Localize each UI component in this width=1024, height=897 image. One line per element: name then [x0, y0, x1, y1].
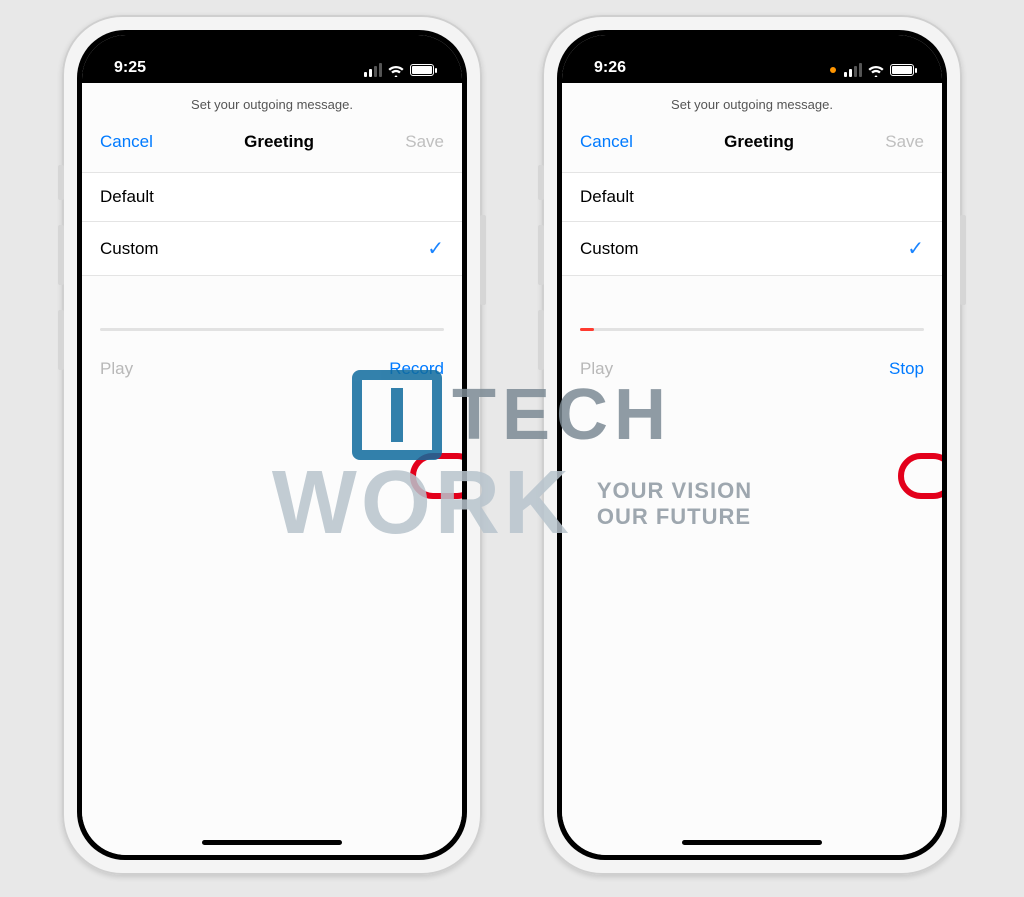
side-buttons-left — [538, 165, 544, 395]
phone-frame: 9:25 Set your outgoing message. Cancel — [62, 15, 482, 875]
cellular-signal-icon — [844, 63, 862, 77]
page-title: Greeting — [724, 132, 794, 152]
annotation-highlight — [410, 453, 462, 499]
recording-indicator-icon — [830, 67, 836, 73]
nav-bar: Cancel Greeting Save — [82, 128, 462, 172]
save-button[interactable]: Save — [885, 132, 924, 152]
option-label: Default — [580, 187, 634, 207]
cancel-button[interactable]: Cancel — [580, 132, 633, 152]
record-stop-button[interactable]: Record — [389, 359, 444, 379]
nav-bar: Cancel Greeting Save — [562, 128, 942, 172]
status-time: 9:25 — [114, 59, 146, 77]
cancel-button[interactable]: Cancel — [100, 132, 153, 152]
notch — [177, 30, 367, 60]
side-buttons-right — [480, 215, 486, 330]
greeting-option-row[interactable]: Custom ✓ — [562, 222, 942, 276]
checkmark-icon: ✓ — [427, 236, 444, 261]
wifi-icon — [868, 64, 884, 76]
play-button[interactable]: Play — [580, 359, 613, 379]
option-label: Default — [100, 187, 154, 207]
annotation-highlight — [898, 453, 942, 499]
notch — [657, 30, 847, 60]
home-indicator[interactable] — [682, 840, 822, 845]
recording-progress[interactable] — [580, 328, 924, 331]
greeting-option-row[interactable]: Custom ✓ — [82, 222, 462, 276]
play-button[interactable]: Play — [100, 359, 133, 379]
instruction-text: Set your outgoing message. — [82, 83, 462, 128]
status-time: 9:26 — [594, 59, 626, 77]
page-title: Greeting — [244, 132, 314, 152]
options-list: Default Custom ✓ — [562, 172, 942, 276]
option-label: Custom — [580, 239, 639, 259]
recording-progress[interactable] — [100, 328, 444, 331]
instruction-text: Set your outgoing message. — [562, 83, 942, 128]
screen-content: Set your outgoing message. Cancel Greeti… — [562, 83, 942, 855]
screen-content: Set your outgoing message. Cancel Greeti… — [82, 83, 462, 855]
side-buttons-right — [960, 215, 966, 330]
home-indicator[interactable] — [202, 840, 342, 845]
cellular-signal-icon — [364, 63, 382, 77]
options-list: Default Custom ✓ — [82, 172, 462, 276]
checkmark-icon: ✓ — [907, 236, 924, 261]
wifi-icon — [388, 64, 404, 76]
greeting-option-row[interactable]: Default — [562, 173, 942, 222]
option-label: Custom — [100, 239, 159, 259]
greeting-option-row[interactable]: Default — [82, 173, 462, 222]
phone-frame: 9:26 Set your outgoing message. Cancel — [542, 15, 962, 875]
save-button[interactable]: Save — [405, 132, 444, 152]
battery-icon — [890, 64, 914, 76]
side-buttons-left — [58, 165, 64, 395]
battery-icon — [410, 64, 434, 76]
record-stop-button[interactable]: Stop — [889, 359, 924, 379]
